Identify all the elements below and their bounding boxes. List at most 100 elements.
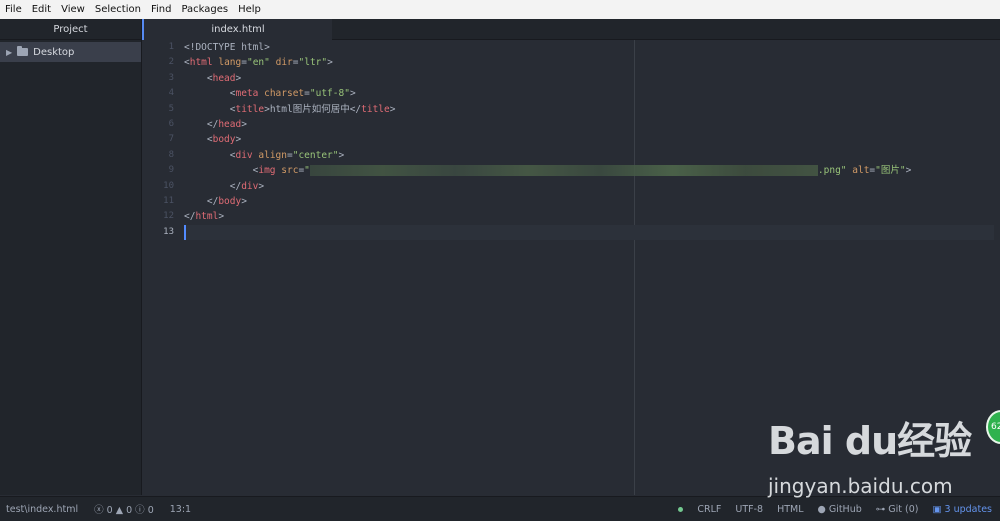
code-token: </ <box>184 195 219 207</box>
code-token: title <box>361 103 390 115</box>
code-token: src <box>281 165 299 177</box>
code-line[interactable]: </head> <box>184 117 994 132</box>
code-token: < <box>184 72 213 84</box>
code-token: < <box>184 149 236 161</box>
code-line[interactable]: <div align="center"> <box>184 148 994 163</box>
code-line[interactable]: <!DOCTYPE html> <box>184 40 994 55</box>
code-token: > <box>235 72 242 84</box>
watermark-url: jingyan.baidu.com <box>768 474 953 498</box>
code-line[interactable]: <head> <box>184 71 994 86</box>
code-token: div <box>241 180 259 192</box>
code-token: head <box>212 72 236 84</box>
code-token: meta <box>235 88 259 100</box>
line-number: 6 <box>168 118 174 129</box>
code-token: </ <box>184 180 242 192</box>
code-area[interactable]: <!DOCTYPE html> <html lang="en" dir="ltr"… <box>184 40 994 241</box>
code-line[interactable]: </body> <box>184 194 994 209</box>
package-icon: ▣ <box>932 503 942 515</box>
code-token: alt <box>852 165 870 177</box>
github-button[interactable]: ● GitHub <box>818 504 862 515</box>
code-token: > <box>389 103 396 115</box>
file-path[interactable]: test\index.html <box>6 504 78 515</box>
linter-summary[interactable]: ⓧ 0 ▲ 0 ⓘ 0 <box>94 502 154 516</box>
line-number: 1 <box>168 42 174 52</box>
code-token: < <box>184 88 236 100</box>
code-token: </ <box>184 211 196 223</box>
code-token: "en" <box>246 57 270 69</box>
chevron-right-icon: ▶ <box>6 47 13 57</box>
code-token: <!DOCTYPE html> <box>184 42 270 53</box>
watermark-logo: Bai du经验 <box>768 419 972 463</box>
line-ending[interactable]: CRLF <box>697 504 721 515</box>
code-token: .png" <box>817 165 847 177</box>
code-token: "center" <box>292 149 339 161</box>
menu-help[interactable]: Help <box>233 0 266 19</box>
cursor-position[interactable]: 13:1 <box>170 504 191 515</box>
line-number: 7 <box>168 134 174 145</box>
code-token: head <box>218 118 242 130</box>
code-token: title <box>235 103 265 115</box>
code-line[interactable] <box>184 224 994 241</box>
grammar[interactable]: HTML <box>777 504 803 515</box>
code-line[interactable]: <meta charset="utf-8"> <box>184 86 994 101</box>
menu-edit[interactable]: Edit <box>27 0 56 19</box>
code-token: "ltr" <box>298 57 328 69</box>
git-label: Git (0) <box>888 503 919 515</box>
folder-icon <box>17 46 29 56</box>
baidu-watermark: Bai du经验 jingyan.baidu.com <box>768 410 972 498</box>
code-token: < <box>184 165 259 177</box>
code-token: > <box>235 134 242 146</box>
line-number: 10 <box>163 180 174 191</box>
menu-file[interactable]: File <box>0 0 27 19</box>
code-line[interactable]: <html lang="en" dir="ltr"> <box>184 55 994 70</box>
warning-count: 0 <box>126 505 133 516</box>
encoding[interactable]: UTF-8 <box>735 504 763 515</box>
code-line[interactable]: <img src=" .png" alt="图片"> <box>184 163 994 178</box>
line-number: 2 <box>168 57 174 68</box>
project-header[interactable]: Project <box>0 19 141 40</box>
text-cursor <box>184 224 186 240</box>
code-token: > <box>241 195 247 207</box>
code-token: "图片" <box>875 165 906 177</box>
line-number: 13 <box>163 226 174 237</box>
code-token: img <box>258 165 276 177</box>
code-token: html <box>195 211 219 223</box>
redacted-path <box>309 165 818 177</box>
line-number-gutter[interactable]: 1 2 3 4 5 6 7 8 9 10 11 12 13 <box>142 40 176 240</box>
code-token: "utf-8" <box>309 88 350 100</box>
menu-bar: File Edit View Selection Find Packages Help <box>0 0 1000 20</box>
updates-button[interactable]: ▣ 3 updates <box>932 504 992 515</box>
code-token: > <box>349 88 356 100</box>
code-token: < <box>184 103 236 115</box>
info-count: 0 <box>147 505 154 516</box>
menu-selection[interactable]: Selection <box>90 0 146 19</box>
line-number: 8 <box>168 149 174 160</box>
line-number: 3 <box>168 72 174 83</box>
github-label: GitHub <box>828 503 862 515</box>
code-token: lang <box>218 57 242 69</box>
tab-bar: index.html <box>142 19 1000 40</box>
code-token: div <box>235 149 253 161</box>
code-token: body <box>212 134 236 146</box>
tree-view: Project ▶ Desktop <box>0 19 142 495</box>
code-line[interactable]: <title>html图片如何居中</title> <box>184 102 994 117</box>
status-bar: test\index.html ⓧ 0 ▲ 0 ⓘ 0 13:1 CRLF UT… <box>0 496 1000 521</box>
menu-find[interactable]: Find <box>146 0 177 19</box>
tab-index-html[interactable]: index.html <box>142 19 332 40</box>
tree-item-desktop[interactable]: ▶ Desktop <box>0 42 141 62</box>
menu-view[interactable]: View <box>56 0 90 19</box>
line-number: 12 <box>163 211 174 222</box>
code-line[interactable]: </div> <box>184 179 994 194</box>
code-token: < <box>184 134 213 146</box>
menu-packages[interactable]: Packages <box>176 0 233 19</box>
code-token: >html图片如何居中</ <box>264 103 362 115</box>
git-button[interactable]: ⊶ Git (0) <box>876 504 919 515</box>
code-line[interactable]: </html> <box>184 209 994 224</box>
code-line[interactable]: <body> <box>184 132 994 147</box>
tree-item-label: Desktop <box>33 46 75 58</box>
line-number: 5 <box>168 103 174 114</box>
updates-label: 3 updates <box>944 503 993 515</box>
line-number: 9 <box>168 165 174 176</box>
warning-icon: ▲ <box>115 505 124 516</box>
code-token: body <box>218 195 242 207</box>
